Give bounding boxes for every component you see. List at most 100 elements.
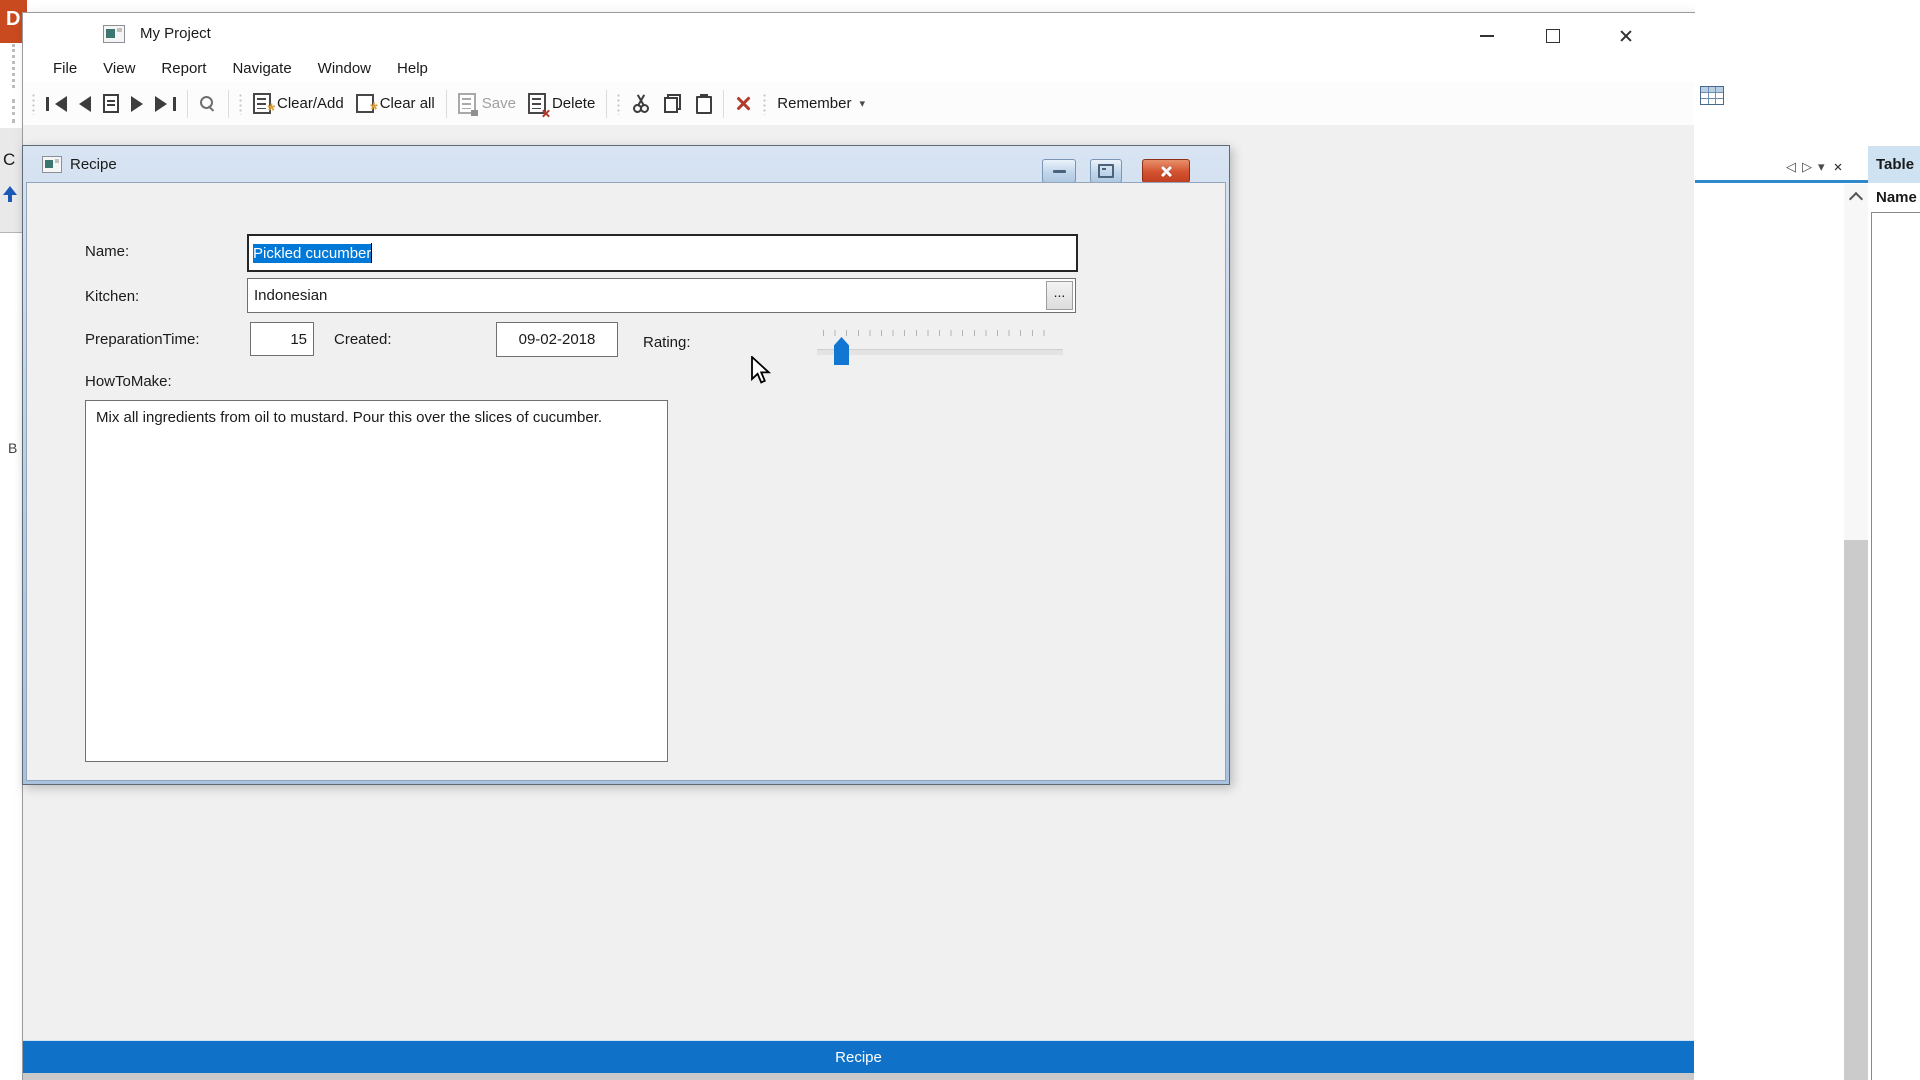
toolbar-grip[interactable] <box>616 93 621 115</box>
save-button[interactable]: Save <box>452 89 522 119</box>
slider-ticks <box>823 330 1055 336</box>
menu-help[interactable]: Help <box>384 60 441 77</box>
copy-icon <box>663 94 682 113</box>
maximize-icon <box>1546 29 1560 43</box>
kitchen-label: Kitchen: <box>85 288 139 305</box>
menu-navigate[interactable]: Navigate <box>219 60 304 77</box>
scrollbar-thumb[interactable] <box>1844 540 1868 1080</box>
copy-button[interactable] <box>657 89 688 119</box>
delete-button[interactable]: Delete <box>522 89 601 119</box>
close-icon <box>1619 29 1633 43</box>
last-record-button[interactable] <box>149 89 182 119</box>
created-input[interactable] <box>496 322 618 357</box>
next-record-button[interactable] <box>125 89 149 119</box>
clear-add-icon: * <box>253 93 271 114</box>
recipe-window-title: Recipe <box>70 156 117 173</box>
tab-close-button[interactable] <box>1833 163 1841 171</box>
toolbar-grip[interactable] <box>762 93 767 115</box>
main-window-titlebar[interactable]: My Project <box>23 13 1694 55</box>
table-list[interactable] <box>1871 212 1920 1080</box>
record-list-button[interactable] <box>97 89 125 119</box>
tab-prev-button[interactable]: ◁ <box>1786 159 1796 175</box>
next-record-icon <box>131 96 143 112</box>
left-grip-dots <box>12 99 15 123</box>
remember-button[interactable]: Remember ▾ <box>771 89 871 119</box>
taskbar-app-glyph: D <box>6 8 20 31</box>
status-bar: Recipe <box>23 1040 1694 1073</box>
slider-thumb[interactable] <box>834 337 849 365</box>
rating-slider[interactable] <box>815 328 1065 368</box>
paste-icon <box>694 94 712 113</box>
remember-label: Remember <box>777 95 851 112</box>
toolbar-separator <box>606 90 607 118</box>
clear-add-label: Clear/Add <box>277 95 344 112</box>
name-label: Name: <box>85 243 129 260</box>
minimize-icon <box>1053 170 1066 173</box>
paste-button[interactable] <box>688 89 718 119</box>
first-record-icon <box>46 97 49 111</box>
search-icon <box>199 95 217 113</box>
chevron-up-icon[interactable] <box>1849 192 1863 206</box>
kitchen-browse-button[interactable]: ... <box>1046 281 1073 310</box>
recipe-close-button[interactable] <box>1142 159 1190 183</box>
menu-file[interactable]: File <box>40 60 90 77</box>
toolbar-grip[interactable] <box>31 93 36 115</box>
last-record-icon <box>155 96 167 112</box>
delete-x-button[interactable] <box>729 89 758 119</box>
menu-window[interactable]: Window <box>305 60 384 77</box>
cut-icon <box>631 94 651 113</box>
window-form-icon <box>42 156 62 173</box>
tab-next-button[interactable]: ▷ <box>1802 159 1812 175</box>
tab-accent-line <box>1695 180 1868 183</box>
first-record-button[interactable] <box>40 89 73 119</box>
preparation-time-label: PreparationTime: <box>85 331 200 348</box>
cut-button[interactable] <box>625 89 657 119</box>
window-form-icon <box>103 25 125 43</box>
menu-view[interactable]: View <box>90 60 148 77</box>
table-panel-title: Table <box>1876 156 1914 173</box>
grid-icon[interactable] <box>1700 86 1724 105</box>
previous-record-icon <box>79 96 91 112</box>
arrow-up-icon <box>3 186 17 202</box>
main-window-title: My Project <box>140 25 211 42</box>
search-button[interactable] <box>193 89 223 119</box>
menubar: File View Report Navigate Window Help <box>23 55 1694 82</box>
document-tab-nav: ◁ ▷ ▾ <box>1786 156 1845 178</box>
preparation-time-input[interactable] <box>250 322 314 356</box>
text-caret <box>371 243 372 263</box>
recipe-titlebar[interactable]: Recipe <box>26 149 1226 182</box>
rating-label: Rating: <box>643 334 691 351</box>
maximize-button[interactable] <box>1533 23 1573 49</box>
save-label: Save <box>482 95 516 112</box>
desktop: D C B My Project File View Report Naviga… <box>0 0 1920 1080</box>
table-column-header: Name <box>1876 189 1917 206</box>
vertical-scrollbar[interactable] <box>1844 184 1868 1080</box>
name-input[interactable]: Pickled cucumber <box>247 234 1078 272</box>
close-button[interactable] <box>1606 23 1646 49</box>
name-selected-text: Pickled cucumber <box>253 244 371 263</box>
maximize-icon <box>1098 164 1114 178</box>
toolbar: * Clear/Add * Clear all Save Delete Reme… <box>23 82 1694 125</box>
recipe-maximize-button[interactable] <box>1090 159 1122 183</box>
left-grip-dots <box>12 44 15 88</box>
left-dock-tab[interactable]: C <box>0 128 23 233</box>
delete-x-icon <box>735 95 752 112</box>
table-panel-caption[interactable]: Table <box>1868 146 1920 183</box>
how-to-make-textarea[interactable]: Mix all ingredients from oil to mustard.… <box>85 400 668 762</box>
previous-record-button[interactable] <box>73 89 97 119</box>
status-bar-label: Recipe <box>835 1049 882 1066</box>
delete-label: Delete <box>552 95 595 112</box>
kitchen-input[interactable] <box>247 278 1076 313</box>
clear-add-button[interactable]: * Clear/Add <box>247 89 350 119</box>
clear-all-button[interactable]: * Clear all <box>350 89 441 119</box>
how-to-make-label: HowToMake: <box>85 373 172 390</box>
recipe-minimize-button[interactable] <box>1042 159 1076 183</box>
minimize-button[interactable] <box>1467 23 1507 49</box>
slider-track[interactable] <box>817 349 1063 355</box>
clear-all-icon: * <box>356 94 374 113</box>
toolbar-grip[interactable] <box>238 93 243 115</box>
tab-menu-button[interactable]: ▾ <box>1818 159 1825 175</box>
delete-icon <box>528 93 546 114</box>
window-bottom-strip <box>23 1073 1694 1080</box>
menu-report[interactable]: Report <box>148 60 219 77</box>
